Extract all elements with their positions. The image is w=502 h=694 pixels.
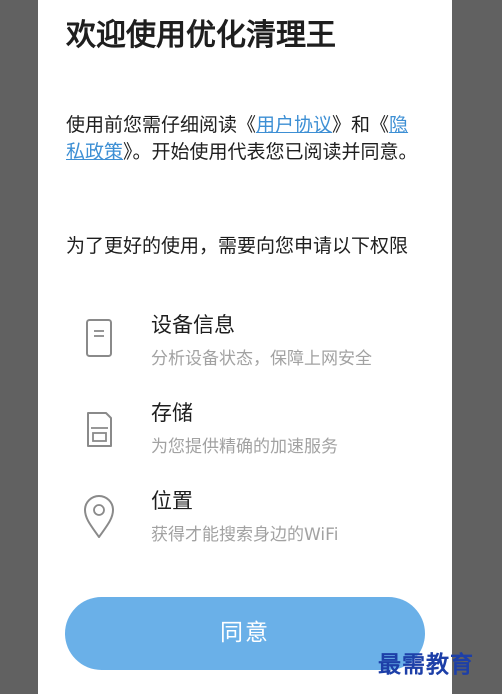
dialog-title: 欢迎使用优化清理王 [66,18,336,53]
permission-description: 为您提供精确的加速服务 [151,437,338,457]
permission-description: 分析设备状态，保障上网安全 [151,349,372,369]
permission-item-device-info: 设备信息 分析设备状态，保障上网安全 [38,309,452,379]
phone-device-icon [82,317,116,365]
permission-item-storage: 存储 为您提供精确的加速服务 [38,397,452,467]
sd-card-storage-icon [82,405,116,453]
intro-text-part1: 使用前您需仔细阅读《 [66,114,257,136]
location-pin-icon [82,493,116,541]
permission-title: 设备信息 [151,313,235,337]
permission-dialog: 欢迎使用优化清理王 使用前您需仔细阅读《用户协议》和《隐私政策》。开始使用代表您… [38,0,452,694]
user-agreement-link[interactable]: 用户协议 [256,114,332,136]
permission-item-location: 位置 获得才能搜索身边的WiFi [38,485,452,555]
intro-text-part2: 》和《 [332,114,390,136]
permission-title: 位置 [151,489,193,513]
permission-title: 存储 [151,401,193,425]
intro-text-part3: 》。开始使用代表您已阅读并同意。 [123,141,418,163]
permission-description: 获得才能搜索身边的WiFi [151,525,339,545]
intro-text: 使用前您需仔细阅读《用户协议》和《隐私政策》。开始使用代表您已阅读并同意。 [66,112,426,166]
permissions-heading: 为了更好的使用，需要向您申请以下权限 [66,235,409,257]
agree-button[interactable]: 同意 [65,597,425,670]
watermark-logo: 最需教育 [378,651,474,678]
